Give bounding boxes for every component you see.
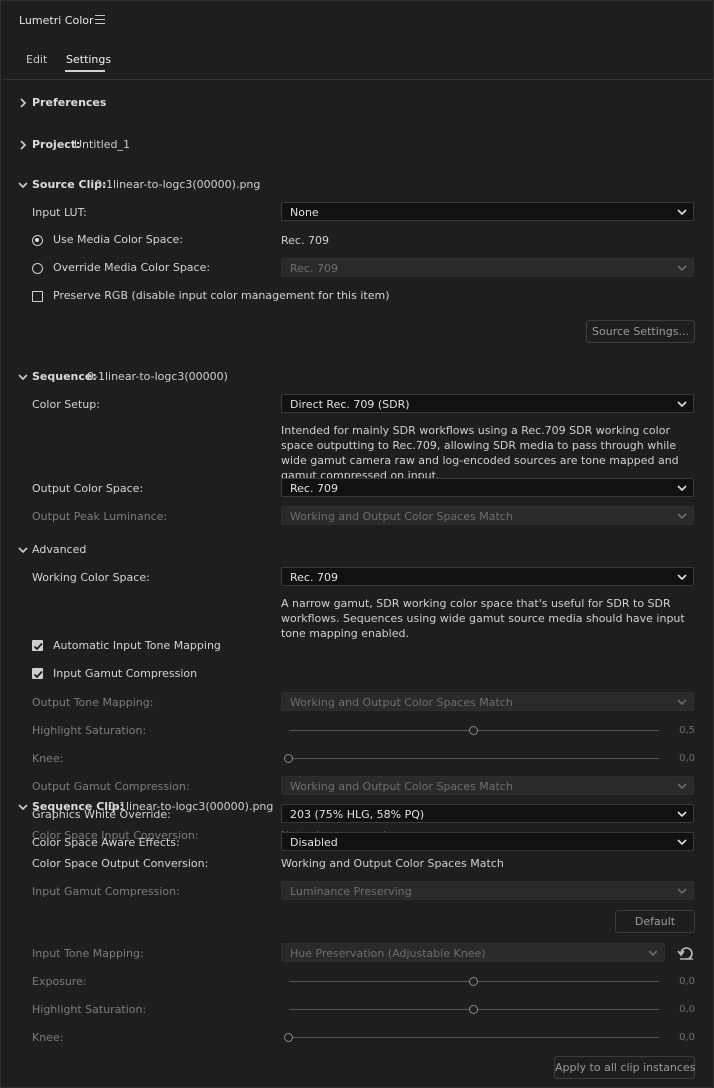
- chevron-down-icon: [677, 265, 687, 272]
- chevron-down-icon[interactable]: [17, 801, 29, 813]
- clip-highlight-saturation-label: Highlight Saturation:: [32, 1003, 147, 1016]
- source-settings-button[interactable]: Source Settings...: [586, 320, 695, 343]
- hamburger-menu-icon[interactable]: [95, 15, 105, 24]
- cs-aware-effects-dropdown[interactable]: Disabled: [281, 832, 694, 851]
- active-tab-indicator: [65, 70, 105, 72]
- output-color-space-dropdown[interactable]: Rec. 709: [281, 478, 694, 497]
- output-peak-luminance-label: Output Peak Luminance:: [32, 510, 168, 523]
- color-setup-dropdown[interactable]: Direct Rec. 709 (SDR): [281, 394, 694, 413]
- graphics-white-override-dropdown[interactable]: 203 (75% HLG, 58% PQ): [281, 804, 694, 823]
- clip-highlight-saturation-value: 0,0: [679, 1004, 695, 1015]
- clip-knee-slider-track[interactable]: [289, 1037, 659, 1038]
- chevron-down-icon: [677, 209, 687, 216]
- chevron-down-icon: [677, 811, 687, 818]
- chevron-down-icon: [677, 839, 687, 846]
- apply-to-all-clip-instances-button[interactable]: Apply to all clip instances: [554, 1056, 695, 1079]
- knee-slider-track[interactable]: [289, 758, 659, 759]
- chevron-down-icon: [677, 401, 687, 408]
- output-gamut-compression-dropdown: Working and Output Color Spaces Match: [281, 776, 694, 795]
- working-color-space-dropdown[interactable]: Rec. 709: [281, 567, 694, 586]
- lumetri-color-panel: Lumetri Color Edit Settings Preferences …: [0, 0, 714, 1088]
- color-setup-label: Color Setup:: [32, 398, 100, 411]
- override-media-color-space-label: Override Media Color Space:: [53, 261, 211, 274]
- exposure-label: Exposure:: [32, 975, 87, 988]
- input-lut-dropdown[interactable]: None: [281, 202, 694, 221]
- default-button[interactable]: Default: [615, 910, 695, 933]
- chevron-down-icon: [677, 888, 687, 895]
- chevron-down-icon: [677, 783, 687, 790]
- chevron-down-icon: [677, 699, 687, 706]
- tab-edit[interactable]: Edit: [26, 53, 47, 66]
- working-color-space-description: A narrow gamut, SDR working color space …: [281, 597, 685, 640]
- chevron-down-icon[interactable]: [17, 179, 29, 191]
- input-tone-mapping-label: Input Tone Mapping:: [32, 947, 144, 960]
- project-name: Untitled_1: [74, 138, 131, 151]
- chevron-down-icon: [648, 950, 658, 957]
- chevron-down-icon[interactable]: [17, 544, 29, 556]
- knee-value: 0,0: [679, 753, 695, 764]
- output-tone-mapping-dropdown: Working and Output Color Spaces Match: [281, 692, 694, 711]
- cs-output-conversion-value: Working and Output Color Spaces Match: [281, 857, 504, 870]
- input-gamut-compression-label: Input Gamut Compression: [53, 667, 198, 680]
- cs-output-conversion-label: Color Space Output Conversion:: [32, 857, 209, 870]
- reset-icon[interactable]: [677, 945, 695, 961]
- input-tone-mapping-dropdown: Hue Preservation (Adjustable Knee): [281, 943, 665, 962]
- preserve-rgb-checkbox[interactable]: [32, 291, 43, 302]
- use-media-color-space-radio[interactable]: [32, 235, 43, 246]
- clip-knee-slider-knob[interactable]: [284, 1033, 293, 1042]
- auto-input-tone-mapping-label: Automatic Input Tone Mapping: [53, 639, 221, 652]
- preserve-rgb-label: Preserve RGB (disable input color manage…: [53, 289, 390, 302]
- clip-knee-value: 0,0: [679, 1032, 695, 1043]
- highlight-saturation-label: Highlight Saturation:: [32, 724, 147, 737]
- clip-highlight-saturation-slider-knob[interactable]: [469, 1005, 478, 1014]
- output-peak-luminance-dropdown: Working and Output Color Spaces Match: [281, 506, 694, 525]
- exposure-value: 0,0: [679, 976, 695, 987]
- section-advanced[interactable]: Advanced: [32, 543, 86, 556]
- color-setup-description: Intended for mainly SDR workflows using …: [281, 424, 679, 482]
- input-gamut-compression-dropdown: Luminance Preserving: [281, 881, 694, 900]
- highlight-saturation-slider-knob[interactable]: [469, 726, 478, 735]
- graphics-white-override-label: Graphics White Override:: [32, 808, 171, 821]
- use-media-color-space-value: Rec. 709: [281, 234, 329, 247]
- cs-aware-effects-label: Color Space Aware Effects:: [32, 836, 180, 849]
- chevron-down-icon[interactable]: [17, 371, 29, 383]
- input-gamut-compression-checkbox[interactable]: [32, 668, 43, 679]
- chevron-down-icon: [677, 485, 687, 492]
- output-color-space-label: Output Color Space:: [32, 482, 144, 495]
- tab-settings[interactable]: Settings: [66, 53, 111, 66]
- chevron-down-icon: [677, 574, 687, 581]
- input-lut-label: Input LUT:: [32, 206, 87, 219]
- source-clip-name: 0-1linear-to-logc3(00000).png: [95, 178, 261, 191]
- chevron-right-icon[interactable]: [17, 97, 29, 109]
- exposure-slider-knob[interactable]: [469, 977, 478, 986]
- auto-input-tone-mapping-checkbox[interactable]: [32, 640, 43, 651]
- output-tone-mapping-label: Output Tone Mapping:: [32, 696, 154, 709]
- highlight-saturation-value: 0,5: [679, 725, 695, 736]
- section-preferences[interactable]: Preferences: [32, 96, 106, 109]
- sequence-name: 0-1linear-to-logc3(00000): [87, 370, 228, 383]
- override-media-color-space-dropdown: Rec. 709: [281, 258, 694, 277]
- input-gamut-compression-label: Input Gamut Compression:: [32, 885, 180, 898]
- checkmark-icon: [33, 642, 43, 651]
- panel-title: Lumetri Color: [19, 14, 94, 27]
- clip-knee-label: Knee:: [32, 1031, 64, 1044]
- chevron-right-icon[interactable]: [17, 139, 29, 151]
- output-gamut-compression-label: Output Gamut Compression:: [32, 780, 190, 793]
- use-media-color-space-label: Use Media Color Space:: [53, 233, 184, 246]
- knee-label: Knee:: [32, 752, 64, 765]
- tabs-divider: [2, 79, 714, 80]
- chevron-down-icon: [677, 513, 687, 520]
- working-color-space-label: Working Color Space:: [32, 571, 150, 584]
- override-media-color-space-radio[interactable]: [32, 263, 43, 274]
- checkmark-icon: [33, 670, 43, 679]
- knee-slider-knob[interactable]: [284, 754, 293, 763]
